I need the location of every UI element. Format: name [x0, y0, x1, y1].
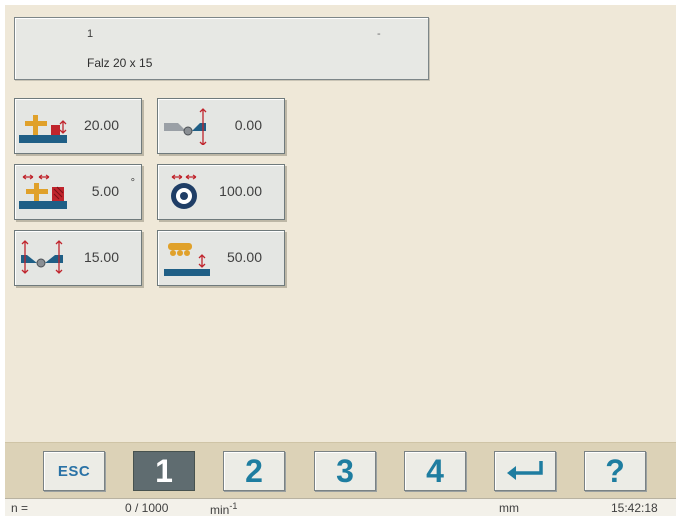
param-unit: ° [130, 177, 135, 189]
machine-screen: 1 - Falz 20 x 15 20.00 0.00 5.00 ° 100.0… [5, 5, 676, 516]
speed-unit-exponent: -1 [229, 501, 238, 511]
speed-unit: min-1 [210, 501, 237, 516]
fence-offset-icon [164, 108, 207, 145]
param-tool-angle-button[interactable]: 5.00 ° [14, 164, 142, 220]
enter-button[interactable] [494, 451, 556, 491]
tool-angle-icon [19, 174, 67, 209]
enter-arrow-icon [507, 461, 543, 480]
page-4-button[interactable]: 4 [404, 451, 466, 491]
cutter-height-icon [19, 115, 67, 143]
speed-label: n = [11, 501, 29, 515]
param-feeder-height-button[interactable]: 50.00 [157, 230, 285, 286]
feeder-height-icon [164, 243, 210, 276]
status-bar: n = 0 / 1000 min-1 mm 15:42:18 [5, 498, 676, 516]
program-name: Falz 20 x 15 [87, 56, 153, 70]
tool-diameter-icon [171, 174, 197, 209]
param-fence-offset-button[interactable]: 0.00 [157, 98, 285, 154]
program-header: 1 - Falz 20 x 15 [14, 17, 429, 80]
esc-button[interactable]: ESC [43, 451, 105, 491]
page-1-button[interactable]: 1 [133, 451, 195, 491]
page-3-button[interactable]: 3 [314, 451, 376, 491]
help-button[interactable]: ? [584, 451, 646, 491]
program-number: 1 [87, 28, 94, 40]
param-value: 15.00 [83, 249, 119, 265]
param-cutter-height-button[interactable]: 20.00 [14, 98, 142, 154]
param-value: 100.00 [219, 183, 262, 199]
param-value: 50.00 [226, 249, 262, 265]
param-tool-diameter-button[interactable]: 100.00 [157, 164, 285, 220]
clock: 15:42:18 [611, 501, 658, 515]
param-value: 20.00 [83, 117, 119, 133]
page-2-button[interactable]: 2 [223, 451, 285, 491]
program-dash: - [377, 28, 381, 40]
param-fence-width-button[interactable]: 15.00 [14, 230, 142, 286]
param-value: 5.00 [91, 183, 119, 199]
length-unit: mm [499, 501, 519, 515]
speed-value: 0 / 1000 [125, 501, 169, 515]
speed-unit-base: min [210, 503, 230, 516]
fence-width-icon [21, 240, 63, 274]
param-value: 0.00 [234, 117, 262, 133]
